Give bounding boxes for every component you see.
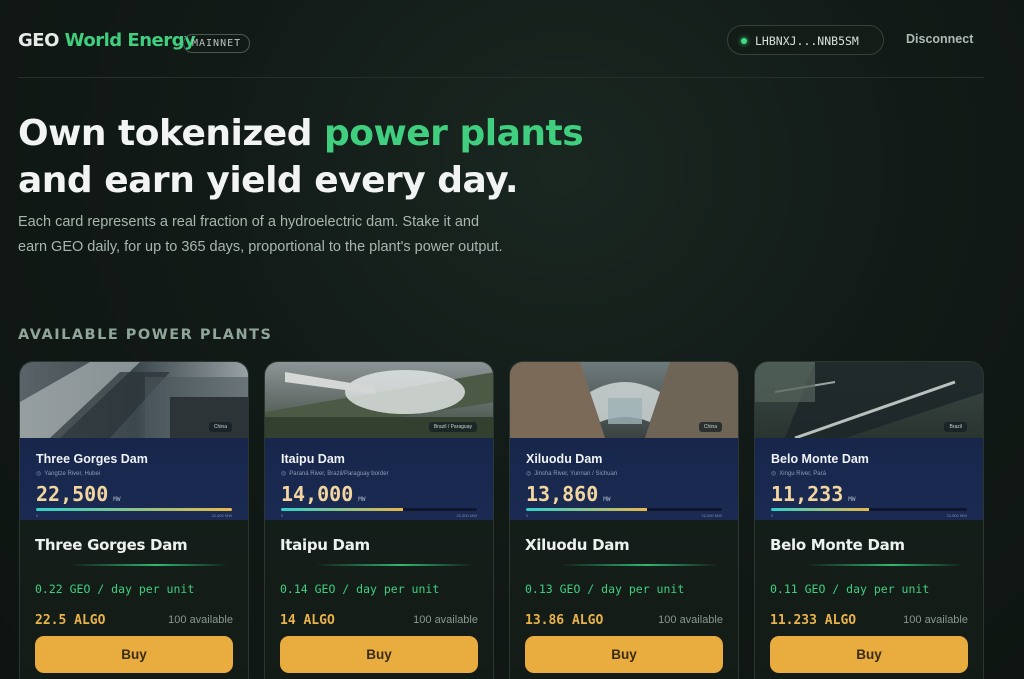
availability-count: 100 available (168, 614, 233, 626)
location-pin-icon: ◎ (771, 471, 777, 477)
plant-capacity: 14,000 MW (281, 482, 365, 506)
availability-count: 100 available (658, 614, 723, 626)
scale-max: 22,500 MW (701, 513, 722, 518)
plant-info-panel: Itaipu Dam ◎ Paraná River, Brazil/Paragua… (265, 438, 493, 520)
card-title: Three Gorges Dam (35, 536, 188, 554)
scale-max: 22,500 MW (211, 513, 232, 518)
section-title: AVAILABLE POWER PLANTS (18, 327, 273, 343)
plant-photo: China (20, 362, 248, 438)
plant-location-text: Jinsha River, Yunnan / Sichuan (534, 471, 618, 477)
plant-location: ◎ Xingu River, Pará (771, 470, 826, 477)
capacity-bar-fill (281, 508, 403, 511)
capacity-bar (526, 508, 722, 511)
unit-price: 22.5 ALGO (35, 613, 106, 628)
plant-location: ◎ Paraná River, Brazil/Paraguay border (281, 470, 389, 477)
capacity-value: 11,233 (771, 482, 844, 506)
plant-capacity: 11,233 MW (771, 482, 855, 506)
daily-yield: 0.13 GEO / day per unit (525, 582, 685, 596)
plant-photo: China (510, 362, 738, 438)
plant-name: Itaipu Dam (281, 452, 345, 466)
capacity-bar-fill (526, 508, 647, 511)
plant-name: Belo Monte Dam (771, 452, 869, 466)
network-badge: MAINNET (183, 34, 251, 53)
availability-count: 100 available (413, 614, 478, 626)
scale-max: 22,500 MW (946, 513, 967, 518)
power-plant-card[interactable]: Brazil / Paraguay Itaipu Dam ◎ Paraná Riv… (264, 361, 494, 679)
country-tag: China (208, 422, 232, 432)
plant-location-text: Xingu River, Pará (779, 471, 826, 477)
plant-info-panel: Three Gorges Dam ◎ Yangtze River, Hubei 2… (20, 438, 248, 520)
scale-max: 22,500 MW (456, 513, 477, 518)
hero-title: Own tokenized power plants and earn yiel… (18, 110, 658, 204)
location-pin-icon: ◎ (36, 471, 42, 477)
plant-photo: Brazil (755, 362, 983, 438)
buy-button[interactable]: Buy (280, 636, 478, 673)
wallet-address-pill[interactable]: LHBNXJ...NNB5SM (727, 25, 884, 55)
power-plant-card[interactable]: Brazil Belo Monte Dam ◎ Xingu River, Pará… (754, 361, 984, 679)
app-logo[interactable]: GEO World Energy (18, 30, 196, 51)
capacity-value: 14,000 (281, 482, 354, 506)
logo-name: World Energy (64, 30, 196, 51)
plant-location-text: Yangtze River, Hubei (44, 471, 101, 477)
unit-price: 11.233 ALGO (770, 613, 857, 628)
capacity-bar (36, 508, 232, 511)
capacity-bar-fill (771, 508, 869, 511)
scale-min: 0 (771, 513, 774, 518)
plant-location: ◎ Jinsha River, Yunnan / Sichuan (526, 470, 617, 477)
hero-title-part-2: and earn yield every day. (18, 160, 519, 201)
unit-price: 14 ALGO (280, 613, 335, 628)
country-tag: China (698, 422, 722, 432)
capacity-value: 22,500 (36, 482, 109, 506)
card-title: Xiluodu Dam (525, 536, 630, 554)
plant-name: Xiluodu Dam (526, 452, 603, 466)
plant-info-panel: Belo Monte Dam ◎ Xingu River, Pará 11,233… (755, 438, 983, 520)
plant-capacity: 13,860 MW (526, 482, 610, 506)
scale-min: 0 (281, 513, 284, 518)
card-title: Belo Monte Dam (770, 536, 905, 554)
divider-glow (70, 564, 228, 566)
power-plant-card[interactable]: China Three Gorges Dam ◎ Yangtze River, H… (19, 361, 249, 679)
daily-yield: 0.11 GEO / day per unit (770, 582, 930, 596)
country-tag: Brazil (944, 422, 967, 432)
country-tag: Brazil / Paraguay (428, 422, 477, 432)
capacity-unit: MW (603, 496, 611, 503)
plant-capacity: 22,500 MW (36, 482, 120, 506)
plant-location: ◎ Yangtze River, Hubei (36, 470, 100, 477)
scale-min: 0 (526, 513, 529, 518)
divider-glow (805, 564, 963, 566)
hero-title-part-1: Own tokenized (18, 113, 324, 154)
disconnect-button[interactable]: Disconnect (906, 32, 973, 46)
hero-description: Each card represents a real fraction of … (18, 214, 503, 255)
hero-title-highlight: power plants (324, 113, 584, 154)
plant-photo: Brazil / Paraguay (265, 362, 493, 438)
buy-button[interactable]: Buy (525, 636, 723, 673)
location-pin-icon: ◎ (526, 471, 532, 477)
top-header: GEO World Energy MAINNET LHBNXJ...NNB5SM… (18, 24, 984, 78)
capacity-bar-fill (36, 508, 232, 511)
capacity-bar (771, 508, 967, 511)
plant-location-text: Paraná River, Brazil/Paraguay border (289, 471, 389, 477)
divider-glow (560, 564, 718, 566)
logo-prefix: GEO (18, 30, 59, 51)
availability-count: 100 available (903, 614, 968, 626)
capacity-unit: MW (358, 496, 366, 503)
divider-glow (315, 564, 473, 566)
capacity-unit: MW (848, 496, 856, 503)
plant-name: Three Gorges Dam (36, 452, 148, 466)
unit-price: 13.86 ALGO (525, 613, 604, 628)
buy-button[interactable]: Buy (770, 636, 968, 673)
connected-status-icon (741, 38, 747, 44)
plant-info-panel: Xiluodu Dam ◎ Jinsha River, Yunnan / Sich… (510, 438, 738, 520)
daily-yield: 0.14 GEO / day per unit (280, 582, 440, 596)
location-pin-icon: ◎ (281, 471, 287, 477)
daily-yield: 0.22 GEO / day per unit (35, 582, 195, 596)
capacity-bar (281, 508, 477, 511)
scale-min: 0 (36, 513, 39, 518)
buy-button[interactable]: Buy (35, 636, 233, 673)
capacity-unit: MW (113, 496, 121, 503)
power-plant-card[interactable]: China Xiluodu Dam ◎ Jinsha River, Yunnan … (509, 361, 739, 679)
wallet-address: LHBNXJ...NNB5SM (755, 34, 859, 48)
card-title: Itaipu Dam (280, 536, 370, 554)
capacity-value: 13,860 (526, 482, 599, 506)
